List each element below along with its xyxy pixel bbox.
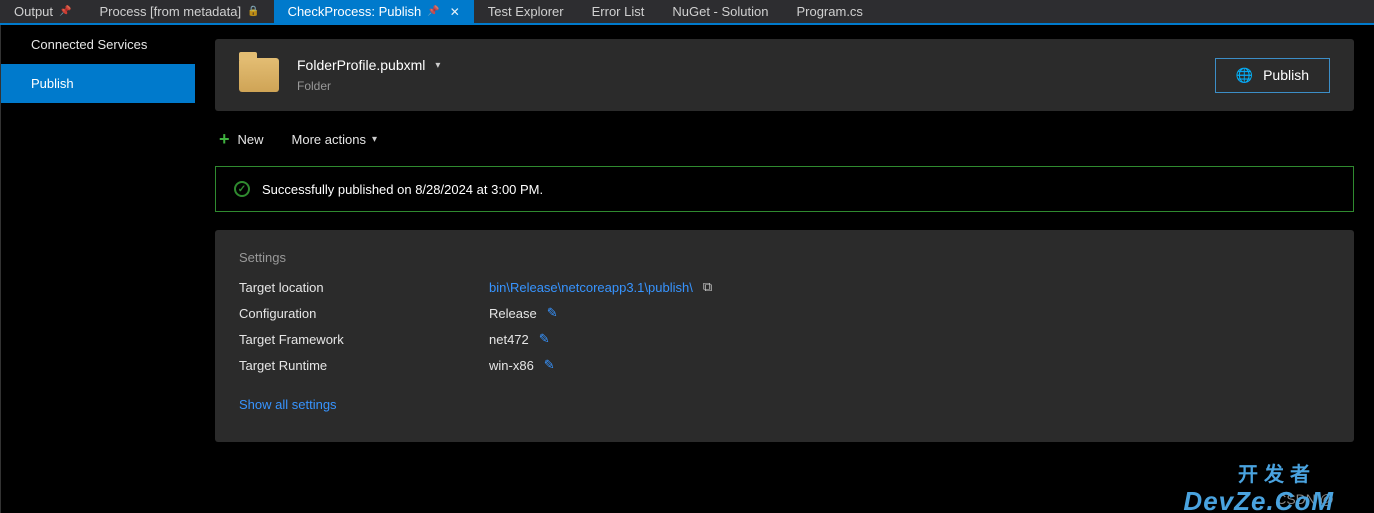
publish-button-label: Publish (1263, 67, 1309, 83)
setting-row-target-runtime: Target Runtime win-x86 ✎ (239, 357, 1330, 373)
setting-value: Release (489, 306, 537, 321)
lock-icon: 🔒 (247, 6, 259, 17)
settings-title: Settings (239, 250, 1330, 265)
edit-icon[interactable]: ✎ (539, 331, 550, 347)
setting-label: Target location (239, 280, 489, 295)
pin-icon[interactable]: 📌 (427, 6, 439, 17)
tab-nuget[interactable]: NuGet - Solution (658, 0, 782, 24)
profile-card: FolderProfile.pubxml ▾ Folder 🌐 Publish (215, 39, 1354, 111)
publish-button[interactable]: 🌐 Publish (1215, 58, 1330, 93)
tab-label: Process [from metadata] (99, 4, 241, 19)
tab-output[interactable]: Output 📌 (0, 0, 85, 24)
tab-process[interactable]: Process [from metadata] 🔒 (85, 0, 273, 24)
sidebar: Connected Services Publish (0, 25, 195, 513)
more-label: More actions (292, 132, 366, 147)
watermark-main: DevZe.CoM (1183, 486, 1334, 513)
success-banner: ✓ Successfully published on 8/28/2024 at… (215, 166, 1354, 212)
tab-label: Error List (592, 4, 645, 19)
tab-label: Output (14, 4, 53, 19)
tab-error-list[interactable]: Error List (578, 0, 659, 24)
close-icon[interactable]: ✕ (450, 5, 460, 19)
sidebar-item-connected[interactable]: Connected Services (1, 25, 195, 64)
settings-panel: Settings Target location bin\Release\net… (215, 230, 1354, 442)
profile-type: Folder (297, 79, 1197, 93)
main-content: FolderProfile.pubxml ▾ Folder 🌐 Publish … (195, 25, 1374, 513)
more-actions-button[interactable]: More actions ▾ (292, 132, 377, 147)
setting-label: Target Runtime (239, 358, 489, 373)
tab-label: CheckProcess: Publish (288, 4, 422, 19)
profile-filename: FolderProfile.pubxml (297, 57, 425, 73)
sidebar-item-publish[interactable]: Publish (1, 64, 195, 103)
show-all-settings-link[interactable]: Show all settings (239, 397, 337, 412)
folder-icon (239, 58, 279, 92)
setting-row-target-framework: Target Framework net472 ✎ (239, 331, 1330, 347)
tab-program[interactable]: Program.cs (782, 0, 876, 24)
setting-row-configuration: Configuration Release ✎ (239, 305, 1330, 321)
plus-icon: + (219, 129, 230, 150)
setting-value: net472 (489, 332, 529, 347)
setting-row-target-location: Target location bin\Release\netcoreapp3.… (239, 279, 1330, 295)
profile-selector[interactable]: FolderProfile.pubxml ▾ (297, 57, 1197, 73)
tab-bar: Output 📌 Process [from metadata] 🔒 Check… (0, 0, 1374, 25)
chevron-down-icon: ▾ (372, 134, 377, 145)
check-icon: ✓ (234, 181, 250, 197)
target-location-link[interactable]: bin\Release\netcoreapp3.1\publish\ (489, 280, 693, 295)
new-button[interactable]: + New (219, 129, 264, 150)
setting-label: Target Framework (239, 332, 489, 347)
tab-test-explorer[interactable]: Test Explorer (474, 0, 578, 24)
banner-text: Successfully published on 8/28/2024 at 3… (262, 182, 543, 197)
new-label: New (238, 132, 264, 147)
setting-label: Configuration (239, 306, 489, 321)
setting-value: win-x86 (489, 358, 534, 373)
tab-checkprocess-publish[interactable]: CheckProcess: Publish 📌 ✕ (274, 0, 474, 24)
watermark-top: 开发者 (1238, 458, 1316, 487)
edit-icon[interactable]: ✎ (544, 357, 555, 373)
chevron-down-icon: ▾ (435, 60, 440, 71)
tab-label: Program.cs (796, 4, 862, 19)
globe-icon: 🌐 (1236, 67, 1253, 84)
copy-icon[interactable]: ⧉ (703, 279, 712, 295)
pin-icon[interactable]: 📌 (59, 6, 71, 17)
tab-label: NuGet - Solution (672, 4, 768, 19)
edit-icon[interactable]: ✎ (547, 305, 558, 321)
toolbar: + New More actions ▾ (215, 129, 1354, 150)
tab-label: Test Explorer (488, 4, 564, 19)
